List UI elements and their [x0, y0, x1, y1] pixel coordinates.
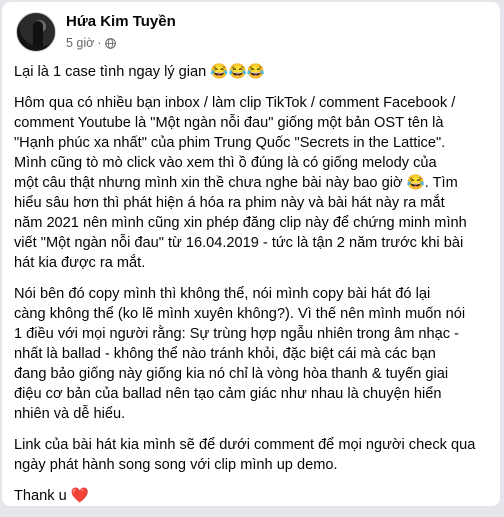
- author-avatar[interactable]: [16, 12, 56, 52]
- post-paragraph-3: Nói bên đó copy mình thì không thể, nói …: [14, 286, 466, 422]
- post-header: Hứa Kim Tuyền 5 giờ ·: [16, 12, 486, 56]
- post-paragraph-5: Thank u ❤️: [14, 488, 89, 504]
- post-time[interactable]: 5 giờ: [66, 36, 94, 50]
- globe-icon[interactable]: [104, 37, 116, 49]
- post-card: Hứa Kim Tuyền 5 giờ · Lại là 1 case tình…: [2, 2, 500, 506]
- post-paragraph-2: Hôm qua có nhiều bạn inbox / làm clip Ti…: [14, 95, 467, 271]
- meta-separator: ·: [97, 36, 102, 50]
- post-body: Lại là 1 case tình ngay lý gian 😂😂😂 Hôm …: [14, 62, 492, 517]
- post-paragraph-1: Lại là 1 case tình ngay lý gian 😂😂😂: [14, 64, 265, 80]
- post-paragraph-4: Link của bài hát kia mình sẽ để dưới com…: [14, 437, 476, 473]
- author-name[interactable]: Hứa Kim Tuyền: [66, 13, 176, 30]
- post-meta: 5 giờ ·: [66, 36, 116, 50]
